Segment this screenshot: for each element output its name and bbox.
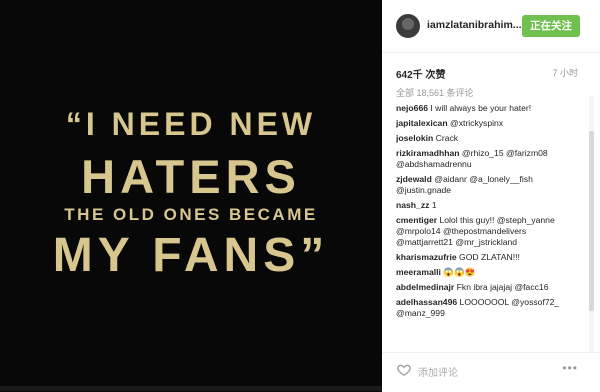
quote-line-1: “I NEED NEW <box>65 106 317 142</box>
quote-line-4: MY FANS” <box>52 229 330 282</box>
more-options-button[interactable]: ••• <box>562 361 578 375</box>
photo-bottom-bar <box>0 386 382 391</box>
avatar[interactable] <box>396 14 420 38</box>
comment-text: I will always be your hater! <box>428 103 532 113</box>
comment-item: zjdewald @aidanr @a_lonely__fish @justin… <box>396 174 582 196</box>
comment-item: joselokin Crack <box>396 133 582 144</box>
comment-item: nash_zz 1 <box>396 200 582 211</box>
comment-text: Fkn ibra jajajaj @facc16 <box>454 282 549 292</box>
comment-username[interactable]: rizkiramadhhan <box>396 148 460 158</box>
comment-item: abdelmedinajr Fkn ibra jajajaj @facc16 <box>396 282 582 293</box>
comment-item: meeramalli 😱😱😍 <box>396 267 582 278</box>
comment-item: cmentiger Lolol this guy!! @steph_yanne … <box>396 215 582 248</box>
post-time[interactable]: 7 小时 <box>552 66 578 79</box>
username-link[interactable]: iamzlatanibrahim... <box>427 19 527 31</box>
comment-username[interactable]: nejo666 <box>396 103 428 113</box>
scrollbar-thumb[interactable] <box>589 131 594 311</box>
comment-username[interactable]: meeramalli <box>396 267 441 277</box>
post-footer: 添加评论 ••• <box>382 352 600 392</box>
comment-username[interactable]: cmentiger <box>396 215 437 225</box>
comments-scrollbar[interactable] <box>589 96 594 354</box>
likes-count[interactable]: 642千 次赞 <box>396 66 445 81</box>
comment-item: rizkiramadhhan @rhizo_15 @farizm08 @abds… <box>396 148 582 170</box>
quote-line-2: HATERS <box>81 150 301 203</box>
heart-icon[interactable] <box>397 363 411 377</box>
comment-username[interactable]: adelhassan496 <box>396 297 457 307</box>
comments-panel: iamzlatanibrahim... 正在关注 642千 次赞 7 小时 全部… <box>382 0 600 392</box>
post-header: iamzlatanibrahim... 正在关注 <box>382 0 600 53</box>
comment-username[interactable]: joselokin <box>396 133 433 143</box>
view-all-comments-link[interactable]: 全部 18,561 条评论 <box>396 86 474 99</box>
comment-username[interactable]: japitalexican <box>396 118 448 128</box>
instagram-post-modal: “I NEED NEW HATERS THE OLD ONES BECAME M… <box>0 0 600 392</box>
comment-item: kharismazufrie GOD ZLATAN!!! <box>396 252 582 263</box>
comment-text: GOD ZLATAN!!! <box>456 252 520 262</box>
post-photo: “I NEED NEW HATERS THE OLD ONES BECAME M… <box>0 0 382 391</box>
add-comment-input[interactable]: 添加评论 <box>418 364 458 379</box>
quote-line-3: THE OLD ONES BECAME <box>64 205 318 224</box>
comment-username[interactable]: nash_zz <box>396 200 429 210</box>
comment-item: japitalexican @xtrickyspinx <box>396 118 582 129</box>
comment-username[interactable]: kharismazufrie <box>396 252 457 262</box>
comment-text: Crack <box>433 133 459 143</box>
comment-item: nejo666 I will always be your hater! <box>396 103 582 114</box>
comment-text: @xtrickyspinx <box>447 118 504 128</box>
comment-username[interactable]: zjdewald <box>396 174 432 184</box>
comment-username[interactable]: abdelmedinajr <box>396 282 454 292</box>
following-button[interactable]: 正在关注 <box>522 15 580 37</box>
comment-text: 😱😱😍 <box>440 267 476 277</box>
comment-item: adelhassan496 LOOOOOOL @yossof72_ @manz_… <box>396 297 582 319</box>
comment-text: 1 <box>429 200 437 210</box>
comment-list: nejo666 I will always be your hater! japi… <box>396 103 582 353</box>
